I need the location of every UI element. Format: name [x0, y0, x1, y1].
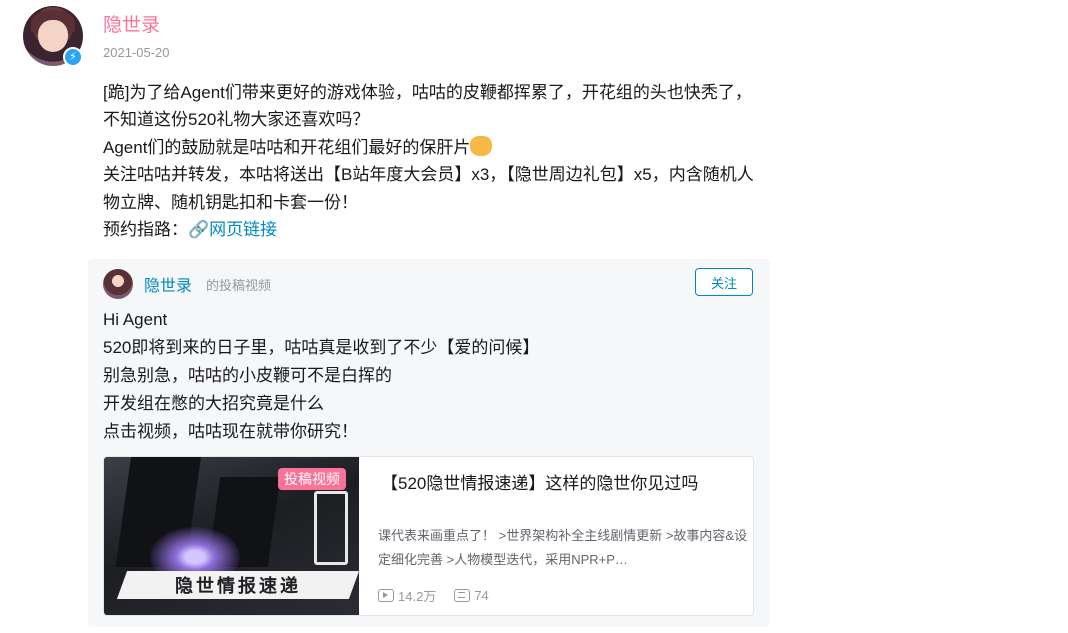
repost-line: 520即将到来的日子里，咕咕真是收到了不少【爱的问候】 — [103, 338, 540, 357]
repost-line: 点击视频，咕咕现在就带你研究！ — [103, 422, 358, 441]
link-icon: 🔗 — [188, 220, 210, 240]
avatar-face — [38, 20, 68, 52]
post-date: 2021-05-20 — [103, 45, 170, 60]
thumb-frame — [314, 491, 348, 565]
cat-emoji-icon — [470, 135, 493, 156]
video-stats: 14.2万 74 — [378, 586, 489, 605]
repost-author[interactable]: 隐世录 — [144, 272, 192, 296]
post-line: Agent们的鼓励就是咕咕和开花组们最好的保肝片 — [103, 137, 471, 157]
video-card[interactable]: 隐世情报速递 投稿视频 【520隐世情报速递】这样的隐世你见过吗 课代表来画重点… — [103, 456, 754, 616]
guide-prefix: 预约指路： — [103, 220, 188, 240]
thumb-banner: 隐世情报速递 — [116, 571, 359, 599]
repost-card: 隐世录 的投稿视频 关注 Hi Agent 520即将到来的日子里，咕咕真是收到… — [88, 259, 770, 627]
thumb-banner-text: 隐世情报速递 — [175, 576, 301, 596]
video-thumbnail[interactable]: 隐世情报速递 投稿视频 — [104, 457, 359, 615]
video-description: 课代表来画重点了！ >世界架构补全主线剧情更新 >故事内容&设定细化完善 >人物… — [378, 528, 748, 567]
repost-line: Hi Agent — [103, 310, 168, 329]
post-line: 关注咕咕并转发，本咕将送出【B站年度大会员】x3，【隐世周边礼包】x5，内含随机… — [103, 165, 754, 212]
repost-line: 别急别急，咕咕的小皮鞭可不是白挥的 — [103, 366, 392, 385]
repost-text: Hi Agent 520即将到来的日子里，咕咕真是收到了不少【爱的问候】 别急别… — [103, 306, 743, 446]
follow-button[interactable]: 关注 — [695, 268, 753, 296]
repost-line: 开发组在憋的大招究竟是什么 — [103, 394, 324, 413]
play-count-icon — [378, 589, 394, 602]
guide-line: 预约指路：🔗网页链接 — [103, 216, 763, 243]
repost-avatar[interactable] — [103, 269, 133, 299]
post-line: [跪]为了给Agent们带来更好的游戏体验，咕咕的皮鞭都挥累了，开花组的头也快秃… — [103, 83, 752, 130]
video-tag: 投稿视频 — [278, 468, 346, 490]
danmaku-count: 74 — [474, 588, 489, 603]
repost-type-label: 的投稿视频 — [206, 278, 272, 293]
post-content: [跪]为了给Agent们带来更好的游戏体验，咕咕的皮鞭都挥累了，开花组的头也快秃… — [103, 79, 763, 243]
danmaku-icon — [454, 589, 471, 602]
web-link-label: 网页链接 — [209, 220, 278, 240]
post-line-with-emoji: Agent们的鼓励就是咕咕和开花组们最好的保肝片 — [103, 134, 763, 161]
author-name[interactable]: 隐世录 — [103, 10, 160, 37]
view-count: 14.2万 — [398, 589, 437, 604]
video-title[interactable]: 【520隐世情报速递】这样的隐世你见过吗 — [381, 469, 698, 494]
lightning-icon: ⚡ — [63, 47, 83, 67]
web-link[interactable]: 🔗网页链接 — [188, 220, 277, 239]
